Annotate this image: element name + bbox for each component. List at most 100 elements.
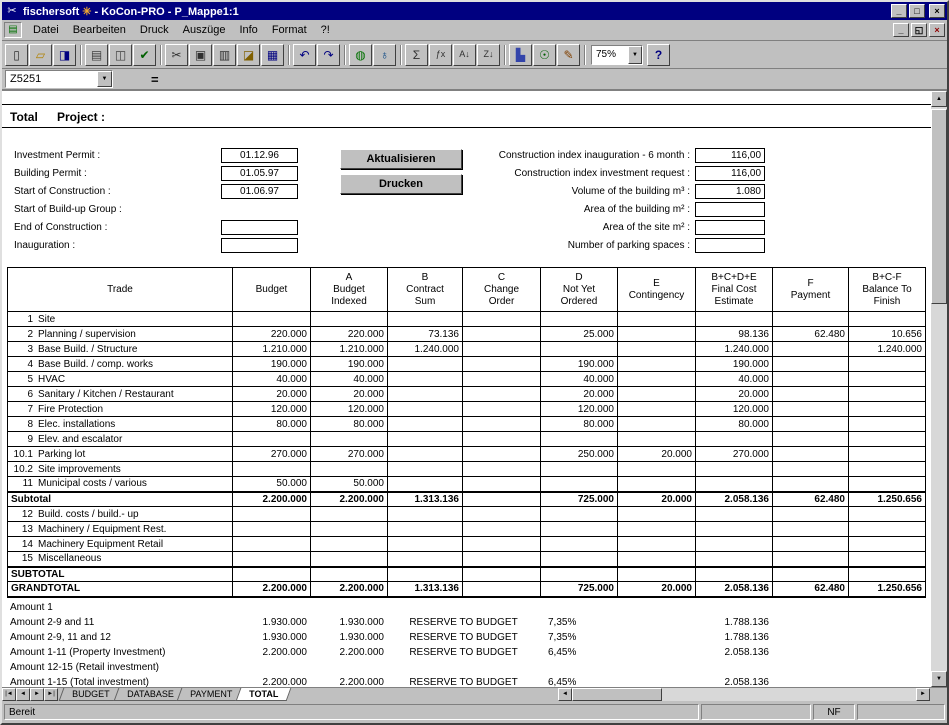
amount-indexed[interactable]: 2.200.000: [310, 675, 387, 687]
value-cell[interactable]: [463, 357, 541, 372]
value-cell[interactable]: [773, 522, 849, 537]
value-cell[interactable]: [696, 537, 773, 552]
value-cell[interactable]: [618, 522, 696, 537]
close-button[interactable]: ×: [929, 4, 945, 18]
value-cell[interactable]: [388, 432, 463, 447]
amount-final[interactable]: 1.788.136: [695, 630, 772, 645]
value-cell[interactable]: 2.200.000: [233, 582, 311, 597]
trade-cell[interactable]: 4Base Build. / comp. works: [8, 357, 233, 372]
name-box[interactable]: Z5251 ▼: [5, 70, 113, 88]
value-cell[interactable]: 62.480: [773, 492, 849, 507]
value-cell[interactable]: [773, 312, 849, 327]
value-cell[interactable]: [388, 522, 463, 537]
value-cell[interactable]: [773, 402, 849, 417]
value-cell[interactable]: 2.200.000: [233, 492, 311, 507]
value-cell[interactable]: [849, 432, 926, 447]
value-cell[interactable]: [696, 477, 773, 492]
value-cell[interactable]: [233, 537, 311, 552]
document-restore-button[interactable]: ◱: [911, 23, 927, 37]
value-cell[interactable]: [696, 507, 773, 522]
value-cell[interactable]: 80.000: [233, 417, 311, 432]
value-cell[interactable]: [463, 582, 541, 597]
amount-budget[interactable]: 1.930.000: [232, 630, 310, 645]
value-cell[interactable]: 1.250.656: [849, 582, 926, 597]
amount-budget[interactable]: 2.200.000: [232, 645, 310, 660]
value-cell[interactable]: [463, 477, 541, 492]
value-cell[interactable]: [233, 462, 311, 477]
menu-item-druck[interactable]: Druck: [133, 22, 176, 38]
field-value[interactable]: 116,00: [695, 166, 765, 181]
value-cell[interactable]: 220.000: [311, 327, 388, 342]
value-cell[interactable]: [388, 552, 463, 567]
value-cell[interactable]: [618, 372, 696, 387]
value-cell[interactable]: [849, 372, 926, 387]
value-cell[interactable]: [773, 357, 849, 372]
trade-cell[interactable]: 8Elec. installations: [8, 417, 233, 432]
trade-cell[interactable]: SUBTOTAL: [8, 567, 233, 582]
column-header[interactable]: B+C+D+E Final Cost Estimate: [696, 268, 773, 312]
value-cell[interactable]: [388, 417, 463, 432]
function-wizard-button[interactable]: ƒx: [429, 44, 452, 66]
print-preview-button[interactable]: ◫: [109, 44, 132, 66]
value-cell[interactable]: [849, 357, 926, 372]
trade-cell[interactable]: 9Elev. and escalator: [8, 432, 233, 447]
value-cell[interactable]: [388, 477, 463, 492]
amount-indexed[interactable]: 2.200.000: [310, 645, 387, 660]
field-value[interactable]: [221, 220, 298, 235]
value-cell[interactable]: [696, 522, 773, 537]
value-cell[interactable]: 190.000: [311, 357, 388, 372]
value-cell[interactable]: [849, 507, 926, 522]
value-cell[interactable]: [311, 462, 388, 477]
value-cell[interactable]: [618, 477, 696, 492]
value-cell[interactable]: [233, 522, 311, 537]
column-header[interactable]: B+C-F Balance To Finish: [849, 268, 926, 312]
value-cell[interactable]: 725.000: [541, 582, 618, 597]
column-header[interactable]: E Contingency: [618, 268, 696, 312]
value-cell[interactable]: [388, 402, 463, 417]
sheet-tab-database[interactable]: DATABASE: [113, 688, 186, 701]
value-cell[interactable]: [463, 402, 541, 417]
value-cell[interactable]: [541, 432, 618, 447]
value-cell[interactable]: 1.250.656: [849, 492, 926, 507]
amount-label[interactable]: Amount 1-11 (Property Investment): [7, 645, 232, 660]
value-cell[interactable]: [233, 312, 311, 327]
prev-sheet-button[interactable]: ◄: [16, 688, 30, 701]
value-cell[interactable]: [388, 537, 463, 552]
value-cell[interactable]: 98.136: [696, 327, 773, 342]
value-cell[interactable]: [463, 417, 541, 432]
amount-budget[interactable]: [232, 600, 310, 615]
value-cell[interactable]: [541, 312, 618, 327]
value-cell[interactable]: [618, 327, 696, 342]
amount-cell-empty[interactable]: [617, 615, 695, 630]
field-value[interactable]: [695, 238, 765, 253]
value-cell[interactable]: 10.656: [849, 327, 926, 342]
value-cell[interactable]: [773, 462, 849, 477]
value-cell[interactable]: 120.000: [541, 402, 618, 417]
value-cell[interactable]: 190.000: [696, 357, 773, 372]
value-cell[interactable]: [463, 522, 541, 537]
amount-indexed[interactable]: [310, 660, 387, 675]
amount-label[interactable]: Amount 12-15 (Retail investment): [7, 660, 232, 675]
value-cell[interactable]: [541, 522, 618, 537]
value-cell[interactable]: 270.000: [696, 447, 773, 462]
value-cell[interactable]: [849, 447, 926, 462]
value-cell[interactable]: [541, 552, 618, 567]
value-cell[interactable]: 190.000: [541, 357, 618, 372]
value-cell[interactable]: 1.210.000: [311, 342, 388, 357]
value-cell[interactable]: [311, 537, 388, 552]
cell-format-button[interactable]: ▦: [261, 44, 284, 66]
amount-cell-empty[interactable]: [617, 660, 695, 675]
amount-cell-empty[interactable]: [848, 630, 925, 645]
trade-cell[interactable]: 14Machinery Equipment Retail: [8, 537, 233, 552]
column-header[interactable]: D Not Yet Ordered: [541, 268, 618, 312]
amount-cell-empty[interactable]: [848, 615, 925, 630]
value-cell[interactable]: [311, 312, 388, 327]
horizontal-scrollbar[interactable]: ◄ ►: [558, 688, 930, 701]
value-cell[interactable]: [233, 552, 311, 567]
amount-note[interactable]: RESERVE TO BUDGET: [387, 615, 540, 630]
value-cell[interactable]: 250.000: [541, 447, 618, 462]
amount-final[interactable]: [695, 660, 772, 675]
value-cell[interactable]: [849, 462, 926, 477]
value-cell[interactable]: [541, 477, 618, 492]
column-header[interactable]: Budget: [233, 268, 311, 312]
